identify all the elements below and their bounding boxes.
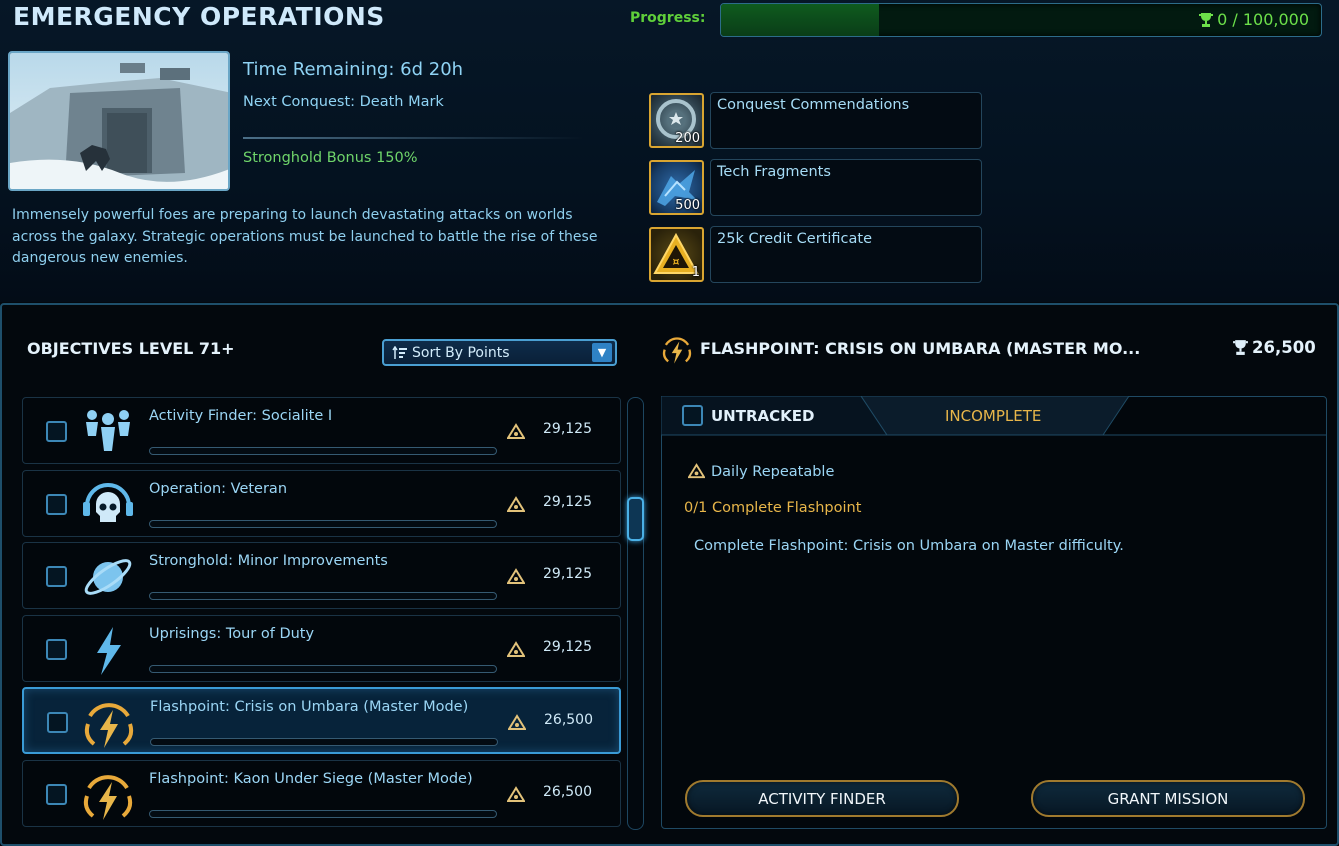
objective-row[interactable]: Uprisings: Tour of Duty 29,125	[22, 615, 621, 682]
event-description: Immensely powerful foes are preparing to…	[12, 207, 598, 266]
reward-icon-tech-fragments[interactable]: 500	[649, 160, 704, 215]
repeatable-icon	[507, 423, 525, 439]
repeatable-icon	[507, 568, 525, 584]
track-checkbox[interactable]	[682, 405, 703, 426]
reward-label: Tech Fragments	[717, 164, 831, 180]
reward-icon-credit-certificate[interactable]: ¤ 1	[649, 227, 704, 282]
objective-progress-bar	[149, 810, 497, 818]
scrollbar-track[interactable]	[627, 397, 644, 830]
tab-incomplete[interactable]: INCOMPLETE	[945, 407, 1041, 425]
objective-name: Operation: Veteran	[149, 481, 288, 497]
sort-icon	[392, 345, 407, 359]
progress-bar: 0 / 100,000	[720, 3, 1322, 37]
detail-title: FLASHPOINT: CRISIS ON UMBARA (MASTER MO.…	[700, 339, 1141, 358]
track-checkbox[interactable]	[46, 784, 67, 805]
reward-label: Conquest Commendations	[717, 97, 910, 113]
event-thumbnail-image	[8, 51, 230, 191]
objectives-title: OBJECTIVES LEVEL 71+	[27, 339, 235, 358]
daily-repeatable: Daily Repeatable	[688, 463, 834, 480]
sort-dropdown[interactable]: Sort By Points ▼	[382, 339, 617, 366]
task-description: Complete Flashpoint: Crisis on Umbara on…	[694, 538, 1124, 554]
objective-points: 29,125	[543, 639, 592, 655]
objective-row[interactable]: Flashpoint: Kaon Under Siege (Master Mod…	[22, 760, 621, 827]
track-checkbox[interactable]	[46, 421, 67, 442]
objective-row[interactable]: Operation: Veteran 29,125	[22, 470, 621, 537]
detail-points-value: 26,500	[1252, 338, 1316, 357]
reward-count: 200	[675, 131, 700, 146]
grant-mission-button[interactable]: GRANT MISSION	[1031, 780, 1305, 817]
objective-name: Stronghold: Minor Improvements	[149, 553, 388, 569]
daily-repeatable-label: Daily Repeatable	[711, 463, 835, 480]
reward-label: 25k Credit Certificate	[717, 231, 872, 247]
reward-count: 500	[675, 198, 700, 213]
reward-icon-commendations[interactable]: 200	[649, 93, 704, 148]
objective-points: 29,125	[543, 421, 592, 437]
objective-progress-bar	[149, 665, 497, 673]
repeatable-icon	[507, 496, 525, 512]
objective-progress-bar	[149, 592, 497, 600]
trophy-icon	[1233, 340, 1248, 355]
reward-label-box: Conquest Commendations	[710, 92, 982, 149]
objective-progress-bar	[149, 520, 497, 528]
track-checkbox[interactable]	[47, 712, 68, 733]
flashpoint-icon	[84, 703, 134, 748]
detail-points: 26,500	[1233, 338, 1316, 357]
next-conquest: Next Conquest: Death Mark	[243, 94, 444, 110]
planet-icon	[84, 559, 132, 595]
objective-points: 29,125	[543, 566, 592, 582]
skull-headset-icon	[83, 483, 133, 522]
repeatable-icon	[507, 786, 525, 802]
objective-points: 26,500	[544, 712, 593, 728]
lightning-bolt-icon	[97, 627, 121, 675]
sort-label: Sort By Points	[412, 344, 510, 361]
objective-points: 26,500	[543, 784, 592, 800]
group-people-icon	[86, 410, 130, 451]
tab-untracked-label: UNTRACKED	[711, 406, 815, 425]
objective-name: Flashpoint: Crisis on Umbara (Master Mod…	[150, 699, 469, 715]
flashpoint-icon	[83, 775, 133, 820]
track-checkbox[interactable]	[46, 494, 67, 515]
objective-name: Uprisings: Tour of Duty	[149, 626, 315, 642]
progress-bar-highlight	[721, 4, 879, 36]
repeatable-icon	[507, 641, 525, 657]
tab-untracked[interactable]: UNTRACKED	[682, 405, 814, 426]
progress-label: Progress:	[630, 10, 706, 26]
svg-text:¤: ¤	[673, 255, 680, 268]
progress-text: 0 / 100,000	[1217, 10, 1309, 29]
objective-name: Flashpoint: Kaon Under Siege (Master Mod…	[149, 771, 473, 787]
page-title: EMERGENCY OPERATIONS	[13, 2, 385, 31]
reward-count: 1	[691, 265, 700, 280]
objective-points: 29,125	[543, 494, 592, 510]
reward-label-box: 25k Credit Certificate	[710, 226, 982, 283]
scrollbar-thumb[interactable]	[627, 497, 644, 541]
time-remaining: Time Remaining: 6d 20h	[243, 59, 464, 80]
objective-row[interactable]: Stronghold: Minor Improvements 29,125	[22, 542, 621, 609]
detail-panel	[661, 396, 1327, 829]
chevron-down-icon[interactable]: ▼	[592, 343, 612, 362]
objective-progress-bar	[149, 447, 497, 455]
divider	[243, 137, 583, 139]
trophy-icon	[1199, 12, 1214, 27]
repeatable-icon	[688, 463, 705, 479]
objective-row[interactable]: Activity Finder: Socialite I 29,125	[22, 397, 621, 464]
objective-progress-bar	[150, 738, 498, 746]
reward-label-box: Tech Fragments	[710, 159, 982, 216]
track-checkbox[interactable]	[46, 566, 67, 587]
flashpoint-icon	[662, 337, 692, 364]
activity-finder-button[interactable]: ACTIVITY FINDER	[685, 780, 959, 817]
progress-value: 0 / 100,000	[1199, 10, 1309, 29]
task-count: 0/1 Complete Flashpoint	[684, 500, 862, 516]
track-checkbox[interactable]	[46, 639, 67, 660]
repeatable-icon	[508, 714, 526, 730]
objective-name: Activity Finder: Socialite I	[149, 408, 333, 424]
stronghold-bonus: Stronghold Bonus 150%	[243, 150, 418, 166]
objective-row-selected[interactable]: Flashpoint: Crisis on Umbara (Master Mod…	[22, 687, 621, 754]
